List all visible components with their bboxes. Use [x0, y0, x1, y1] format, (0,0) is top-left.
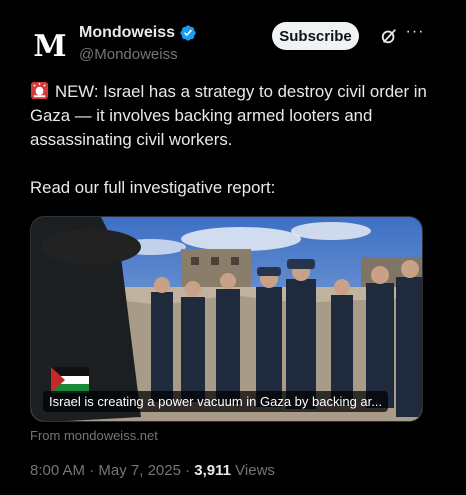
subscribe-button[interactable]: Subscribe	[272, 22, 359, 50]
views-label: Views	[231, 462, 275, 479]
tweet-time[interactable]: 8:00 AM	[30, 462, 85, 479]
card-caption: Israel is creating a power vacuum in Gaz…	[43, 391, 389, 412]
views-count: 3,911	[194, 462, 232, 479]
avatar-logo-letter: M	[33, 28, 67, 64]
display-name[interactable]: Mondoweiss	[79, 24, 175, 42]
more-icon[interactable]: ···	[404, 24, 426, 46]
tweet-header: M Mondoweiss @Mondoweiss Subscribe ···	[30, 22, 450, 66]
handle[interactable]: @Mondoweiss	[79, 46, 197, 63]
tweet-text: NEW: Israel has a strategy to destroy ci…	[30, 80, 440, 224]
tweet-paragraph-1: NEW: Israel has a strategy to destroy ci…	[30, 80, 440, 152]
tweet-line-2: Read our full investigative report:	[30, 178, 276, 197]
card-source-link[interactable]: From mondoweiss.net	[30, 428, 158, 443]
avatar[interactable]: M	[30, 28, 70, 64]
account-names: Mondoweiss @Mondoweiss	[79, 24, 197, 63]
verified-badge-icon	[180, 25, 196, 41]
siren-icon	[30, 81, 49, 100]
tweet-date[interactable]: May 7, 2025	[98, 462, 181, 479]
meta-separator: ·	[85, 462, 99, 479]
meta-separator: ·	[180, 462, 195, 479]
grok-icon[interactable]	[380, 27, 398, 45]
tweet-line-1: NEW: Israel has a strategy to destroy ci…	[30, 82, 427, 149]
link-card-image[interactable]: Israel is creating a power vacuum in Gaz…	[30, 216, 423, 422]
tweet-meta: 8:00 AM · May 7, 2025 · 3,911 Views	[30, 462, 275, 479]
